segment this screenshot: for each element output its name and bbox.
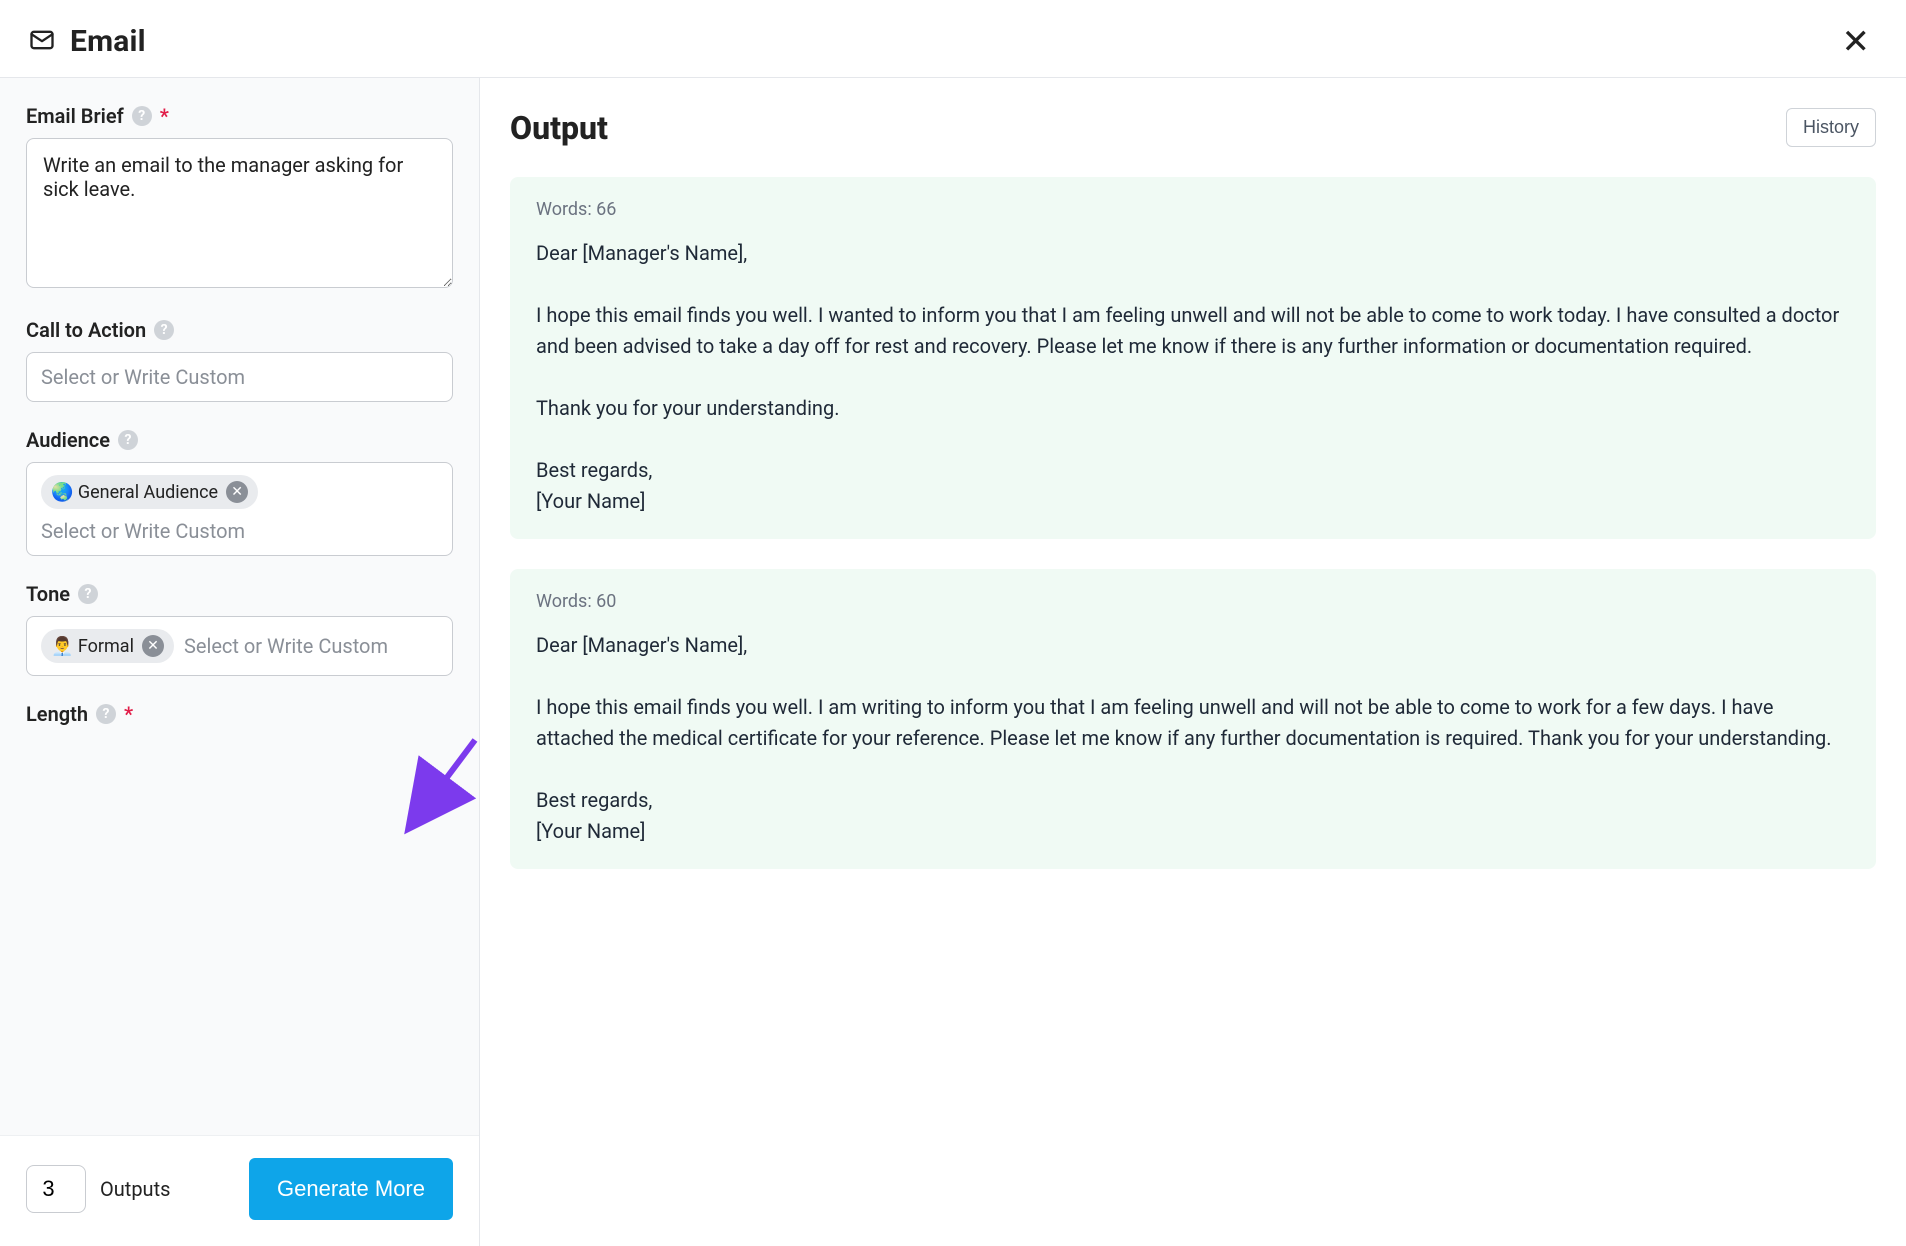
email-brief-label: Email Brief [26, 104, 124, 128]
required-mark: * [160, 104, 169, 128]
audience-placeholder: Select or Write Custom [41, 519, 438, 543]
help-icon[interactable]: ? [154, 320, 174, 340]
audience-label: Audience [26, 428, 110, 452]
tone-label: Tone [26, 582, 70, 606]
mail-icon [28, 26, 56, 58]
output-card[interactable]: Words: 66 Dear [Manager's Name], I hope t… [510, 177, 1876, 539]
tone-input[interactable]: 👨‍💼 Formal ✕ Select or Write Custom [26, 616, 453, 676]
help-icon[interactable]: ? [78, 584, 98, 604]
field-cta: Call to Action ? Select or Write Custom [26, 318, 453, 402]
help-icon[interactable]: ? [96, 704, 116, 724]
cta-label: Call to Action [26, 318, 146, 342]
output-body: Dear [Manager's Name], I hope this email… [536, 630, 1850, 847]
field-length: Length ? * [26, 702, 453, 726]
help-icon[interactable]: ? [132, 106, 152, 126]
output-title: Output [510, 109, 608, 147]
field-email-brief: Email Brief ? * [26, 104, 453, 292]
audience-chip: 🌏 General Audience ✕ [41, 475, 258, 509]
chip-remove-icon[interactable]: ✕ [226, 481, 248, 503]
modal-header: Email ✕ [0, 0, 1906, 78]
tone-chip-label: 👨‍💼 Formal [51, 636, 134, 657]
page-title: Email [70, 24, 146, 59]
history-button[interactable]: History [1786, 108, 1876, 147]
close-icon[interactable]: ✕ [1842, 25, 1871, 59]
field-tone: Tone ? 👨‍💼 Formal ✕ Select or Write Cust… [26, 582, 453, 676]
outputs-stepper[interactable] [26, 1165, 86, 1213]
output-body: Dear [Manager's Name], I hope this email… [536, 238, 1850, 517]
length-label: Length [26, 702, 88, 726]
audience-chip-label: 🌏 General Audience [51, 482, 218, 503]
form-footer: Outputs Generate More [0, 1135, 479, 1246]
generate-more-button[interactable]: Generate More [249, 1158, 453, 1220]
email-brief-input[interactable] [26, 138, 453, 288]
field-audience: Audience ? 🌏 General Audience ✕ Select o… [26, 428, 453, 556]
cta-placeholder: Select or Write Custom [41, 365, 245, 389]
outputs-label: Outputs [100, 1177, 170, 1201]
tone-placeholder: Select or Write Custom [184, 634, 388, 658]
audience-input[interactable]: 🌏 General Audience ✕ Select or Write Cus… [26, 462, 453, 556]
required-mark: * [124, 702, 133, 726]
tone-chip: 👨‍💼 Formal ✕ [41, 629, 174, 663]
chip-remove-icon[interactable]: ✕ [142, 635, 164, 657]
output-card[interactable]: Words: 60 Dear [Manager's Name], I hope t… [510, 569, 1876, 869]
help-icon[interactable]: ? [118, 430, 138, 450]
cta-input[interactable]: Select or Write Custom [26, 352, 453, 402]
word-count: Words: 66 [536, 199, 1850, 220]
word-count: Words: 60 [536, 591, 1850, 612]
